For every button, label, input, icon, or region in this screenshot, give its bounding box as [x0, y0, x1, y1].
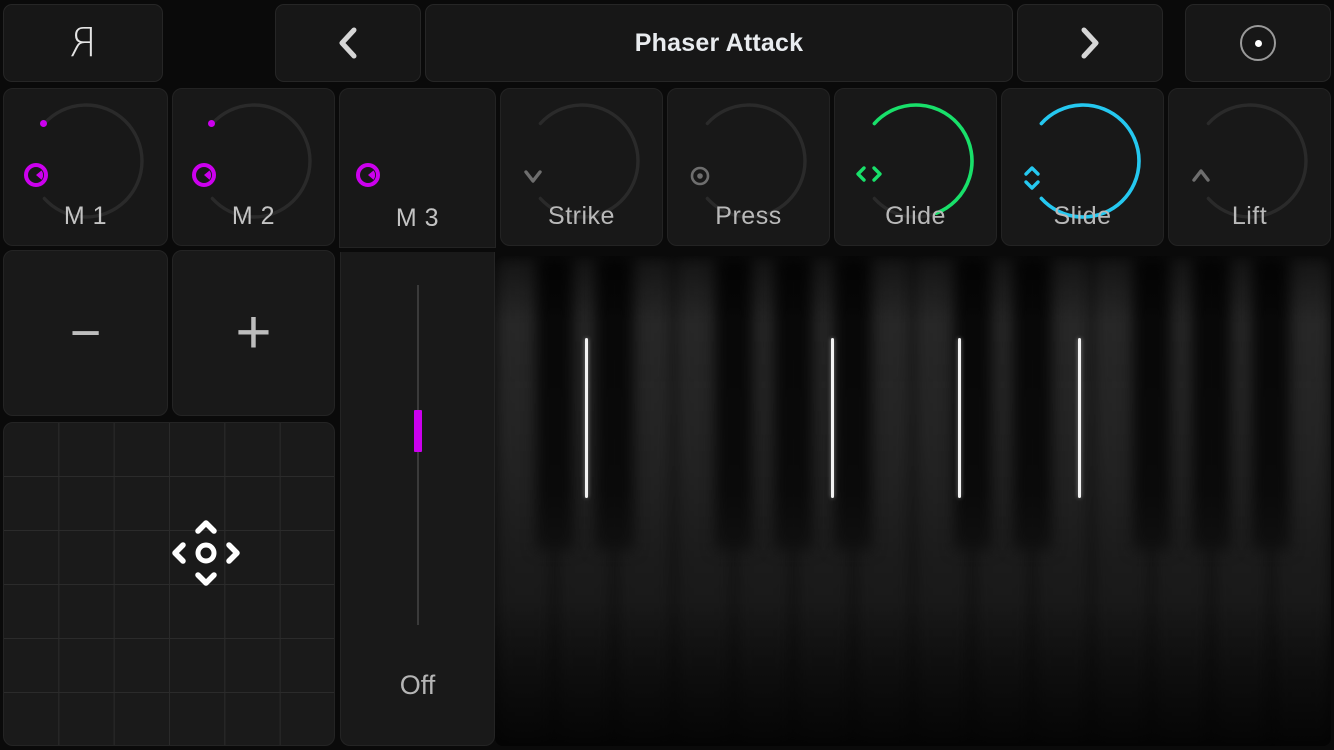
next-preset-button[interactable]	[1017, 4, 1163, 82]
slider-thumb[interactable]	[413, 410, 422, 453]
knob-label-lift: Lift	[1231, 202, 1268, 230]
knob-label-slide: Slide	[1053, 202, 1112, 230]
roli-logo-icon: R	[69, 20, 97, 66]
knob-press[interactable]: Press	[667, 88, 830, 246]
knob-lift[interactable]: Lift	[1168, 88, 1331, 246]
keyboard-note-marker	[958, 338, 962, 498]
record-dot	[1254, 39, 1262, 47]
transpose-up-button[interactable]: +	[172, 250, 335, 416]
piano-keyboard-visualizer[interactable]	[495, 256, 1331, 746]
keyboard-note-marker	[1077, 338, 1081, 498]
plus-icon: +	[235, 298, 272, 368]
dpad-icon[interactable]	[161, 513, 251, 593]
slider-value-label: Off	[399, 670, 436, 700]
knob-label-glide: Glide	[885, 202, 946, 230]
macro-3-slider[interactable]: Off	[340, 252, 495, 746]
page-title: Phaser Attack	[634, 28, 804, 57]
keyboard-black-key	[1013, 256, 1052, 550]
transpose-down-button[interactable]: −	[3, 250, 168, 416]
keyboard-black-key	[774, 256, 813, 550]
keyboard-black-key	[834, 256, 873, 550]
header-spacer-right	[1167, 4, 1181, 82]
knob-macro-3[interactable]: M 3	[339, 88, 496, 248]
knob-strike[interactable]: Strike	[500, 88, 663, 246]
slider-track	[416, 285, 419, 625]
keyboard-black-key	[714, 256, 753, 550]
knob-label-macro-3: M 3	[395, 204, 440, 232]
keyboard-black-key	[1192, 256, 1231, 550]
keyboard-note-marker	[585, 338, 589, 498]
header-spacer-left	[167, 4, 271, 82]
keyboard-black-key	[1252, 256, 1291, 550]
knob-macro-1[interactable]: M 1	[3, 88, 168, 246]
knob-row: M 1 M 2 M 3 Strike Press Glide Slide Lift	[3, 88, 1331, 248]
previous-preset-button[interactable]	[275, 4, 421, 82]
keyboard-black-key	[535, 256, 574, 550]
roli-dashboard-app: R Phaser Attack M 1 M 2 M 3 Strike Press Glid…	[0, 0, 1334, 750]
keyboard-black-key	[1132, 256, 1171, 550]
knob-label-macro-2: M 2	[231, 202, 276, 230]
chevron-left-icon	[339, 27, 357, 59]
knob-glide[interactable]: Glide	[834, 88, 997, 246]
record-button[interactable]	[1185, 4, 1331, 82]
knob-start-dot	[208, 120, 216, 127]
preset-title-button[interactable]: Phaser Attack	[425, 4, 1013, 82]
roli-logo-button[interactable]: R	[3, 4, 163, 82]
knob-start-dot	[40, 120, 48, 127]
minus-icon: −	[69, 302, 102, 363]
knob-slide[interactable]: Slide	[1001, 88, 1164, 246]
knob-label-strike: Strike	[548, 202, 615, 230]
keyboard-note-marker	[831, 338, 835, 498]
knob-label-macro-1: M 1	[63, 202, 108, 230]
header-bar: R Phaser Attack	[3, 4, 1331, 82]
knob-macro-2[interactable]: M 2	[172, 88, 335, 246]
knob-label-press: Press	[715, 202, 782, 230]
record-circle-icon	[1240, 25, 1276, 61]
xy-control-pad[interactable]	[3, 422, 335, 746]
keyboard-keys	[495, 256, 1331, 746]
chevron-right-icon	[1081, 27, 1099, 59]
keyboard-black-key	[595, 256, 634, 550]
